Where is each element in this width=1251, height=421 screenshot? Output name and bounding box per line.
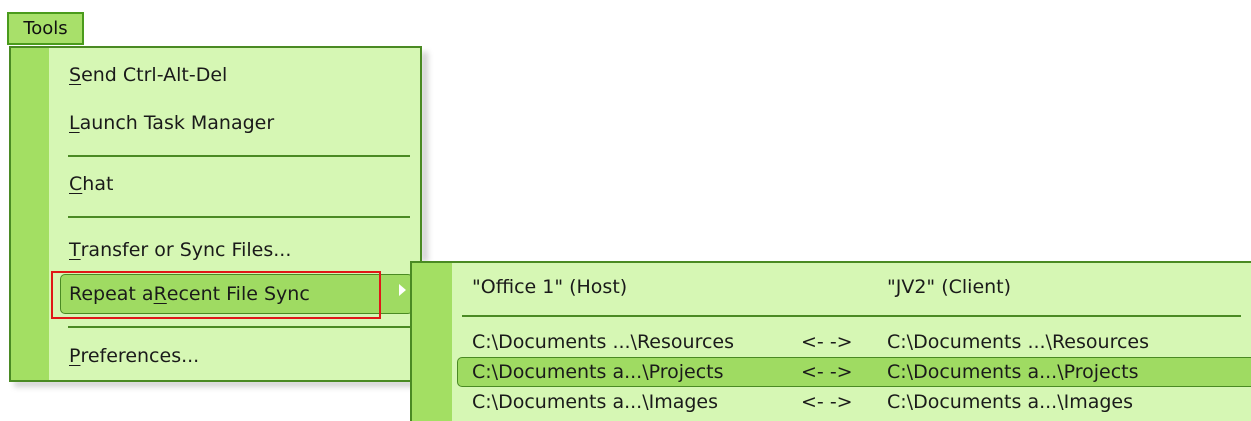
tools-menu-label: Tools bbox=[23, 18, 68, 39]
menu-separator bbox=[68, 216, 410, 218]
sync-row-client-path: C:\Documents a...\Images bbox=[887, 391, 1134, 413]
sync-row-host-path: C:\Documents a...\Images bbox=[472, 391, 719, 413]
submenu-separator bbox=[462, 315, 1241, 317]
menu-item-mnemonic: S bbox=[69, 64, 82, 86]
menu-item-mnemonic: T bbox=[69, 239, 81, 261]
tools-menu-button[interactable]: Tools bbox=[7, 12, 84, 45]
submenu-icon-strip bbox=[412, 263, 452, 421]
submenu-header-client: "JV2" (Client) bbox=[887, 276, 1012, 298]
menu-item-text: end Ctrl-Alt-Del bbox=[81, 64, 228, 86]
menu-shadow-right bbox=[421, 52, 428, 262]
menu-item-text: references... bbox=[80, 345, 200, 367]
menu-icon-strip bbox=[11, 48, 49, 380]
menu-item-mnemonic: L bbox=[69, 112, 80, 134]
menu-item-text: aunch Task Manager bbox=[79, 112, 275, 134]
menu-item-mnemonic: C bbox=[69, 173, 83, 195]
menu-item-text: hat bbox=[82, 173, 114, 195]
submenu-header-host: "Office 1" (Host) bbox=[472, 276, 628, 298]
annotation-highlight-box bbox=[51, 271, 381, 319]
menu-separator bbox=[68, 155, 410, 157]
menu-item-chat[interactable]: Chat bbox=[69, 165, 113, 203]
menu-separator bbox=[68, 326, 410, 328]
tools-dropdown-menu: Send Ctrl-Alt-Del Launch Task Manager Ch… bbox=[9, 46, 422, 382]
menu-item-send-ctrl-alt-del[interactable]: Send Ctrl-Alt-Del bbox=[69, 56, 227, 94]
recent-file-sync-submenu: "Office 1" (Host) "JV2" (Client) C:\Docu… bbox=[410, 261, 1251, 421]
menu-item-launch-task-manager[interactable]: Launch Task Manager bbox=[69, 104, 274, 142]
menu-item-mnemonic: P bbox=[69, 345, 81, 367]
menu-item-preferences[interactable]: Preferences... bbox=[69, 337, 199, 375]
menu-item-transfer-or-sync-files[interactable]: Transfer or Sync Files... bbox=[69, 231, 291, 269]
submenu-arrow-icon bbox=[399, 284, 406, 296]
sync-row-arrow: <- -> bbox=[801, 391, 853, 413]
menu-item-text: ransfer or Sync Files... bbox=[80, 239, 292, 261]
